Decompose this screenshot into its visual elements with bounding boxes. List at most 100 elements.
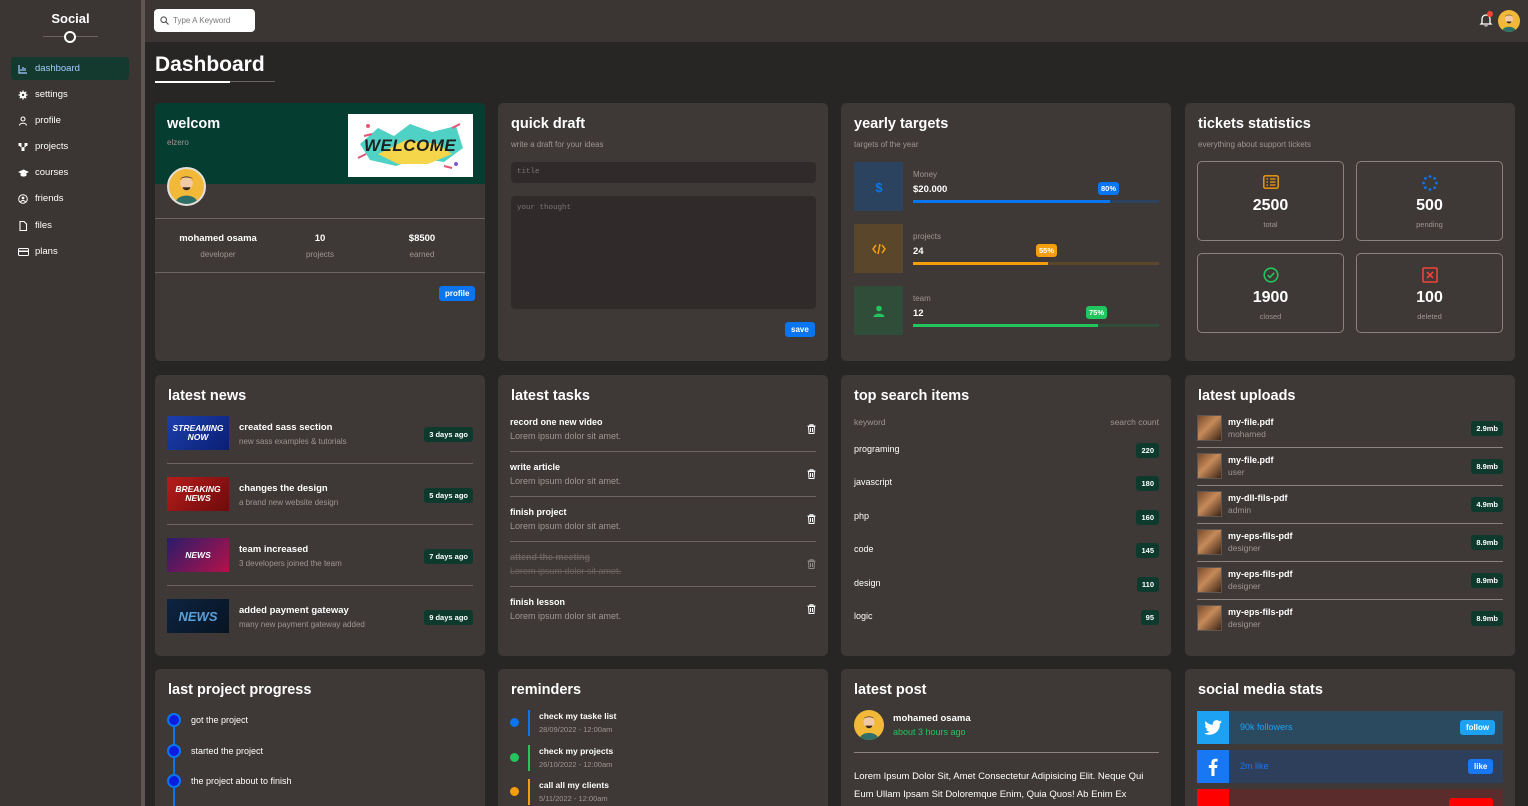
reminder-bar (528, 744, 530, 771)
social-media-stats-card: social media stats 90k followers follow … (1185, 669, 1515, 806)
task-desc: Lorem ipsum dolor sit amet. (510, 521, 622, 531)
file-icon (18, 220, 28, 231)
stat-label: projects (305, 250, 334, 259)
file-user: user (1228, 467, 1245, 477)
file-name[interactable]: my-eps-fils-pdf (1228, 607, 1293, 617)
trash-icon[interactable] (807, 424, 816, 434)
file-size-badge: 2.9mb (1471, 421, 1503, 436)
file-name[interactable]: my-file.pdf (1228, 417, 1274, 427)
user-icon (873, 305, 885, 317)
news-title[interactable]: added payment gateway (239, 605, 349, 616)
target-percent-badge: 80% (1098, 182, 1120, 195)
latest-tasks-card: latest tasks record one new video Lorem i… (498, 375, 828, 656)
sidebar-item-friends[interactable]: friends (11, 187, 129, 210)
user-icon (18, 115, 28, 126)
news-title[interactable]: created sass section (239, 422, 332, 433)
sidebar-item-plans[interactable]: plans (11, 240, 129, 263)
reminder-bar (528, 779, 530, 805)
reminder-title: check my projects (539, 745, 614, 756)
stat-label: developer (200, 250, 236, 259)
trash-icon[interactable] (807, 469, 816, 479)
avatar[interactable] (1498, 10, 1520, 32)
target-label: Money (913, 170, 938, 179)
task-title: attend the meeting (510, 552, 591, 562)
post-body: Lorem Ipsum Dolor Sit, Amet Consectetur … (854, 771, 1144, 800)
follow-button[interactable]: follow (1460, 720, 1496, 735)
youtube-icon (1197, 789, 1229, 806)
ticket-box: 2500 total (1197, 161, 1344, 241)
sidebar-item-courses[interactable]: courses (11, 161, 129, 184)
trash-icon[interactable] (807, 604, 816, 614)
post-author[interactable]: mohamed osama (893, 713, 971, 724)
top-search-items-card: top search items keyword search count pr… (841, 375, 1171, 656)
news-thumbnail-text: NEWS (185, 549, 211, 560)
search-count-badge: 95 (1140, 610, 1159, 625)
progress-step-dot (167, 713, 181, 727)
card-subtitle: write a draft for your ideas (511, 140, 604, 149)
check-circle-icon (1263, 267, 1279, 283)
file-thumbnail (1197, 529, 1222, 555)
gear-icon (18, 90, 28, 100)
save-button[interactable]: save (785, 322, 815, 337)
file-user: designer (1228, 619, 1261, 629)
welcome-banner-image: WELCOME (348, 114, 473, 177)
card-title: latest news (168, 388, 247, 404)
file-user: designer (1228, 581, 1261, 591)
card-title: yearly targets (854, 116, 949, 132)
sidebar-item-projects[interactable]: projects (11, 135, 129, 158)
file-name[interactable]: my-dll-fils-pdf (1228, 493, 1288, 503)
sidebar-item-dashboard[interactable]: dashboard (11, 57, 129, 80)
progress-step-label: started the project (191, 745, 264, 756)
trash-icon[interactable] (807, 514, 816, 524)
task-desc: Lorem ipsum dolor sit amet. (510, 611, 622, 621)
like-button[interactable]: like (1468, 759, 1494, 774)
social-stat: 2m like (1240, 761, 1269, 771)
subscribe-button[interactable] (1449, 798, 1493, 806)
draft-title-input[interactable]: title (511, 162, 816, 183)
column-header-keyword: keyword (854, 417, 886, 427)
divider (1197, 485, 1503, 486)
file-size-badge: 4.9mb (1471, 497, 1503, 512)
trash-icon[interactable] (807, 559, 816, 569)
file-name[interactable]: my-file.pdf (1228, 455, 1274, 465)
news-date-badge: 9 days ago (424, 610, 473, 625)
progress-step-label: got the project (191, 715, 249, 725)
svg-text:$: $ (875, 180, 883, 194)
divider (1197, 599, 1503, 600)
news-title[interactable]: team increased (239, 544, 308, 555)
draft-body-textarea[interactable]: your thought (511, 196, 816, 309)
sidebar-item-files[interactable]: files (11, 214, 129, 237)
card-title: quick draft (511, 116, 586, 132)
search-keyword: logic (854, 611, 873, 621)
card-title: latest post (854, 682, 927, 698)
news-date-badge: 5 days ago (424, 488, 473, 503)
task-title: finish project (510, 507, 567, 517)
task-desc: Lorem ipsum dolor sit amet. (510, 566, 622, 576)
search-icon (160, 16, 169, 25)
profile-button[interactable]: profile (439, 286, 476, 301)
reminder-bar (528, 710, 530, 736)
file-thumbnail (1197, 605, 1222, 631)
sidebar-scrollbar[interactable] (141, 0, 145, 806)
news-title[interactable]: changes the design (239, 483, 328, 494)
divider (510, 586, 816, 587)
divider (155, 272, 485, 273)
brand-dot (64, 31, 76, 43)
search-input[interactable]: Type A Keyword (154, 9, 255, 32)
graduation-cap-icon (18, 168, 29, 178)
twitter-icon (1197, 711, 1229, 744)
sidebar-item-label: friends (35, 193, 64, 204)
sidebar-item-profile[interactable]: profile (11, 109, 129, 132)
ticket-box: 100 deleted (1356, 253, 1503, 333)
reminder-date: 26/10/2022 - 12:00am (539, 759, 613, 769)
file-name[interactable]: my-eps-fils-pdf (1228, 569, 1293, 579)
dollar-icon: $ (873, 180, 885, 194)
news-thumbnail: STREAMING NOW (167, 416, 229, 450)
card-subtitle: targets of the year (854, 140, 919, 149)
sidebar-item-settings[interactable]: settings (11, 83, 129, 106)
notification-dot (1487, 11, 1493, 17)
sidebar-item-label: projects (35, 141, 69, 152)
divider (167, 585, 473, 586)
divider (854, 752, 1159, 753)
file-name[interactable]: my-eps-fils-pdf (1228, 531, 1293, 541)
